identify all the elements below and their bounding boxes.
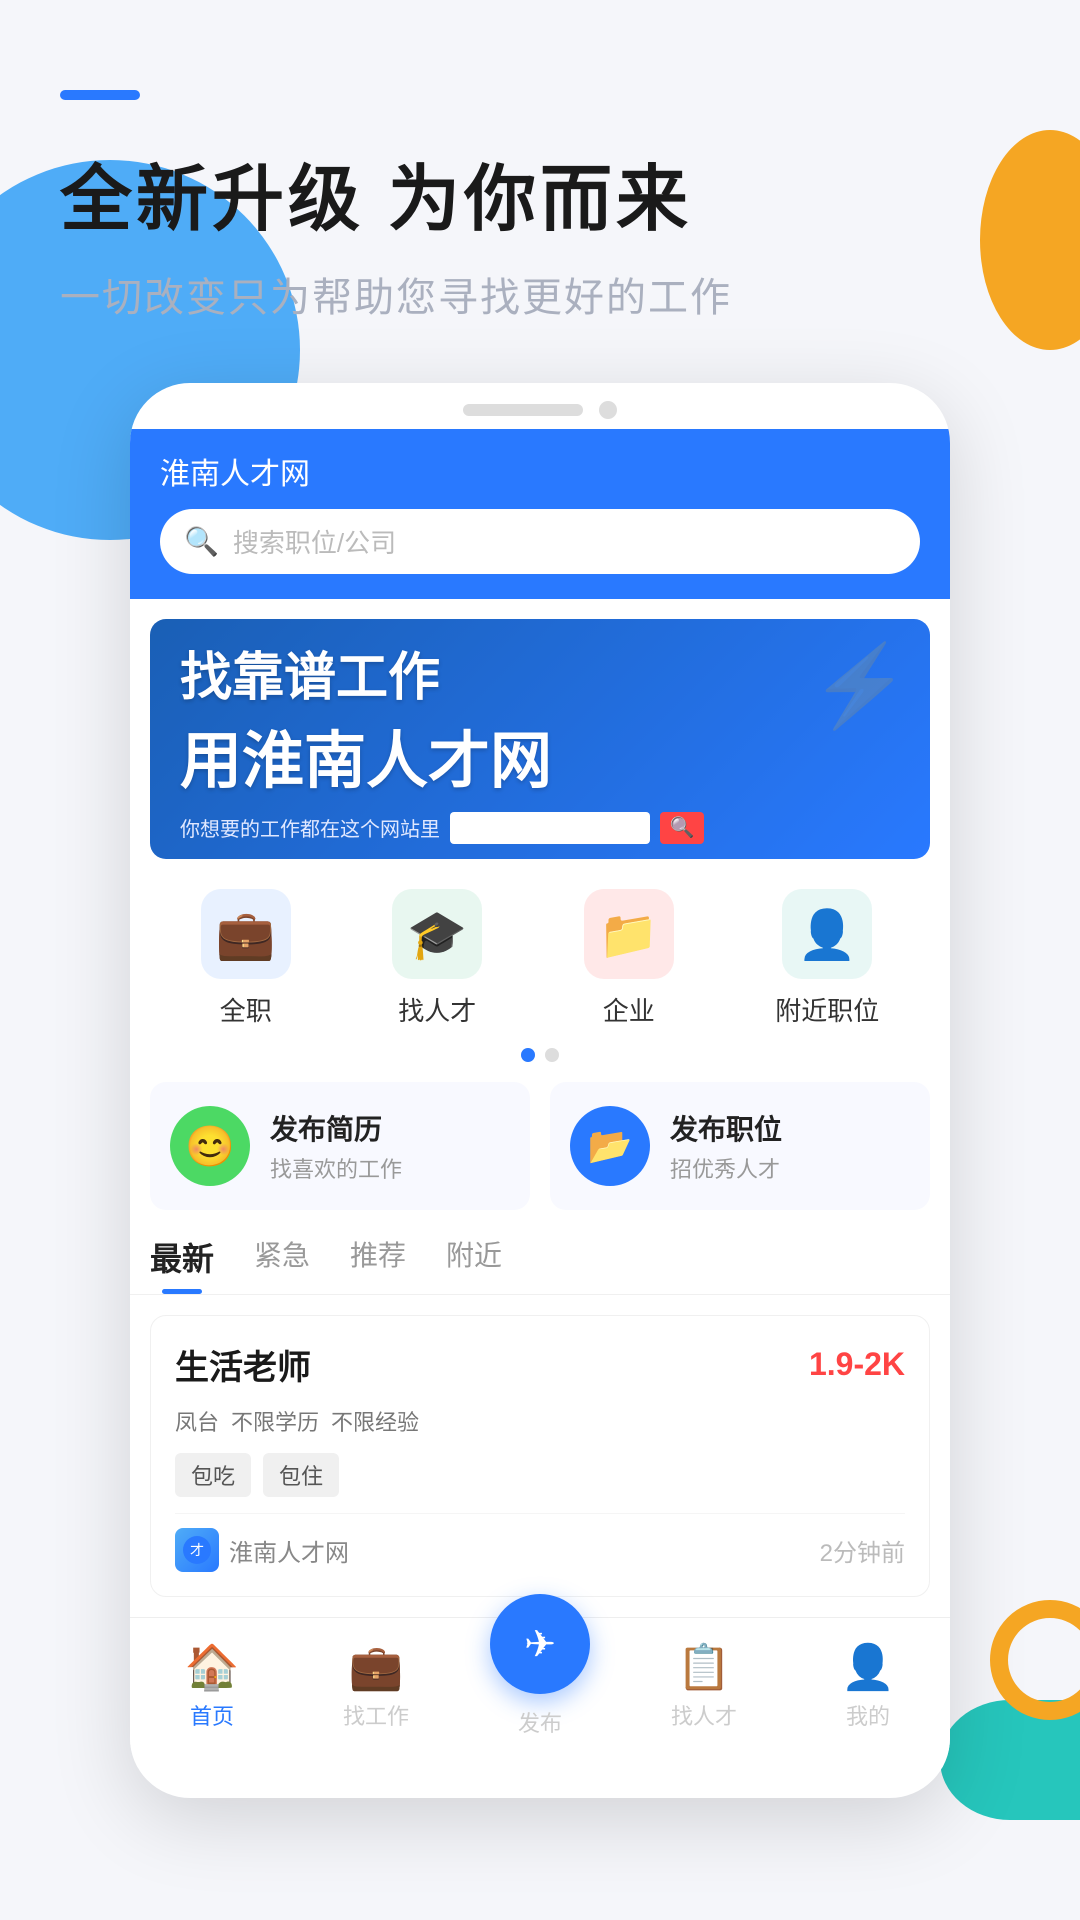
banner-line1: 找靠谱工作	[180, 635, 900, 710]
category-item-fulltime[interactable]: 💼 全职	[201, 889, 291, 1028]
home-icon: 🏠	[185, 1641, 240, 1693]
company-logo-icon: 才	[183, 1536, 211, 1564]
dot-2[interactable]	[545, 1048, 559, 1062]
job-post-time: 2分钟前	[820, 1533, 905, 1568]
main-heading: 全新升级 为你而来	[60, 140, 1020, 245]
job-card-header: 生活老师 1.9-2K	[175, 1340, 905, 1389]
nav-item-publish[interactable]: ✈ 发布	[480, 1634, 600, 1738]
company-logo: 才	[175, 1528, 219, 1572]
company-name: 淮南人才网	[229, 1533, 349, 1568]
banner-sub-row: 你想要的工作都在这个网站里 🔍	[180, 812, 900, 844]
job-benefits-row: 包吃 包住	[175, 1453, 905, 1497]
category-row: 💼 全职 🎓 找人才 📁 企业 👤 附近职位	[130, 859, 950, 1038]
publish-button[interactable]: ✈	[490, 1594, 590, 1694]
action-card-resume-text: 发布简历 找喜欢的工作	[270, 1108, 402, 1184]
search-input-placeholder: 搜索职位/公司	[233, 523, 396, 560]
nav-item-home[interactable]: 🏠 首页	[152, 1641, 272, 1731]
tab-nearby[interactable]: 附近	[446, 1234, 502, 1294]
category-label-enterprise: 企业	[603, 991, 655, 1028]
nav-item-talent[interactable]: 📋 找人才	[644, 1641, 764, 1731]
job-tabs: 最新 紧急 推荐 附近	[130, 1210, 950, 1295]
job-benefit-food: 包吃	[175, 1453, 251, 1497]
job-experience-tag: 不限经验	[331, 1405, 419, 1437]
profile-icon: 👤	[841, 1641, 896, 1693]
banner-line2: 用淮南人才网	[180, 710, 900, 800]
resume-title: 发布简历	[270, 1108, 402, 1148]
tab-recommended[interactable]: 推荐	[350, 1234, 406, 1294]
nav-item-jobs[interactable]: 💼 找工作	[316, 1641, 436, 1731]
bottom-navigation: 🏠 首页 💼 找工作 ✈ 发布 📋 找人才 👤 我的	[130, 1617, 950, 1768]
banner-decoration: ⚡	[810, 639, 910, 733]
main-subtitle: 一切改变只为帮助您寻找更好的工作	[60, 265, 1020, 323]
job-benefit-housing: 包住	[263, 1453, 339, 1497]
phone-camera	[599, 401, 617, 419]
category-icon-talent: 🎓	[392, 889, 482, 979]
category-label-nearby: 附近职位	[775, 991, 879, 1028]
category-icon-nearby: 👤	[782, 889, 872, 979]
publish-icon: ✈	[524, 1622, 556, 1667]
header-dash-decoration	[60, 90, 140, 100]
banner-search-button[interactable]: 🔍	[660, 812, 704, 844]
tab-urgent[interactable]: 紧急	[254, 1234, 310, 1294]
talent-icon: 📋	[677, 1641, 732, 1693]
phone-speaker	[463, 404, 583, 416]
header-area: 全新升级 为你而来 一切改变只为帮助您寻找更好的工作	[0, 0, 1080, 323]
banner-search-box	[450, 812, 650, 844]
action-cards-row: 😊 发布简历 找喜欢的工作 📂 发布职位 招优秀人才	[130, 1082, 950, 1210]
nav-item-profile[interactable]: 👤 我的	[808, 1641, 928, 1731]
job-title: 生活老师	[175, 1340, 311, 1389]
search-bar[interactable]: 🔍 搜索职位/公司	[160, 509, 920, 574]
category-label-fulltime: 全职	[220, 991, 272, 1028]
app-header: 淮南人才网 🔍 搜索职位/公司	[130, 429, 950, 599]
category-item-enterprise[interactable]: 📁 企业	[584, 889, 674, 1028]
phone-mockup: 淮南人才网 🔍 搜索职位/公司 找靠谱工作 用淮南人才网 你想要的工作都在这个网…	[130, 383, 950, 1798]
job-tags-row: 凤台 不限学历 不限经验	[175, 1405, 905, 1437]
category-icon-fulltime: 💼	[201, 889, 291, 979]
carousel-dots	[130, 1038, 950, 1072]
nav-label-profile: 我的	[846, 1699, 890, 1731]
category-item-talent[interactable]: 🎓 找人才	[392, 889, 482, 1028]
tab-latest[interactable]: 最新	[150, 1234, 214, 1294]
action-card-job-text: 发布职位 招优秀人才	[670, 1108, 782, 1184]
nav-label-publish: 发布	[518, 1706, 562, 1738]
phone-top-bar	[130, 383, 950, 429]
app-title: 淮南人才网	[160, 449, 920, 493]
job-education-tag: 不限学历	[231, 1405, 319, 1437]
nav-label-talent: 找人才	[671, 1699, 737, 1731]
dot-1[interactable]	[521, 1048, 535, 1062]
category-icon-enterprise: 📁	[584, 889, 674, 979]
job-post-subtitle: 招优秀人才	[670, 1152, 782, 1184]
action-card-job[interactable]: 📂 发布职位 招优秀人才	[550, 1082, 930, 1210]
job-listing-card[interactable]: 生活老师 1.9-2K 凤台 不限学历 不限经验 包吃 包住 才 淮南人才网 2…	[150, 1315, 930, 1597]
resume-subtitle: 找喜欢的工作	[270, 1152, 402, 1184]
promo-banner[interactable]: 找靠谱工作 用淮南人才网 你想要的工作都在这个网站里 🔍 ⚡	[150, 619, 930, 859]
job-post-title: 发布职位	[670, 1108, 782, 1148]
job-salary: 1.9-2K	[809, 1346, 905, 1383]
svg-text:才: 才	[190, 1542, 204, 1558]
company-info: 才 淮南人才网	[175, 1528, 349, 1572]
nav-label-home: 首页	[190, 1699, 234, 1731]
category-item-nearby[interactable]: 👤 附近职位	[775, 889, 879, 1028]
resume-avatar: 😊	[170, 1106, 250, 1186]
job-card-footer: 才 淮南人才网 2分钟前	[175, 1513, 905, 1572]
search-icon: 🔍	[184, 525, 219, 558]
banner-subtext: 你想要的工作都在这个网站里	[180, 813, 440, 842]
jobs-icon: 💼	[349, 1641, 404, 1693]
banner-search-icon: 🔍	[670, 815, 695, 840]
job-avatar: 📂	[570, 1106, 650, 1186]
nav-label-jobs: 找工作	[343, 1699, 409, 1731]
category-label-talent: 找人才	[398, 991, 476, 1028]
job-location-tag: 凤台	[175, 1405, 219, 1437]
action-card-resume[interactable]: 😊 发布简历 找喜欢的工作	[150, 1082, 530, 1210]
